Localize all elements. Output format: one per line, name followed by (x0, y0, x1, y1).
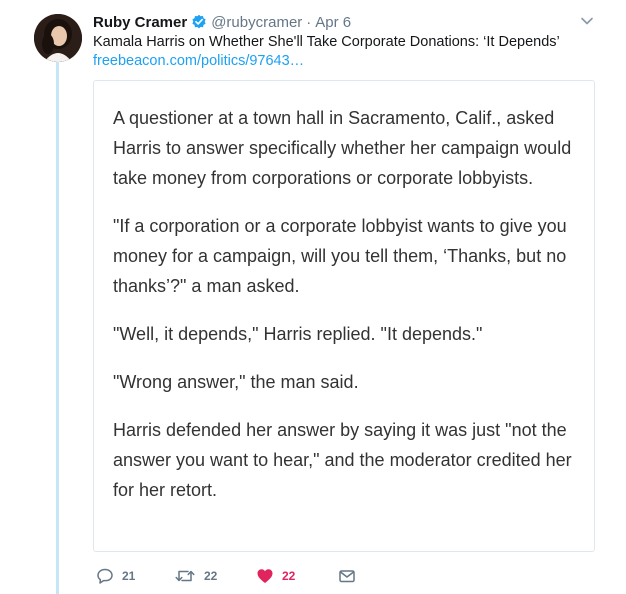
tweet-actions: 21 22 22 (96, 566, 356, 586)
retweet-icon (175, 570, 195, 582)
tweet-text: Kamala Harris on Whether She'll Take Cor… (93, 34, 560, 50)
tweet-link[interactable]: freebeacon.com/politics/97643… (93, 52, 304, 71)
like-count: 22 (282, 569, 296, 583)
quote-paragraph: "Well, it depends," Harris replied. "It … (113, 324, 483, 344)
tweet-date[interactable]: Apr 6 (315, 14, 351, 31)
verified-badge-icon (191, 14, 207, 30)
reply-count: 21 (122, 569, 136, 583)
quote-image-card[interactable]: A questioner at a town hall in Sacrament… (93, 80, 595, 552)
quote-text-block: A questioner at a town hall in Sacrament… (113, 103, 583, 523)
chevron-down-icon[interactable] (578, 12, 596, 30)
retweet-button[interactable]: 22 (174, 567, 256, 585)
direct-message-button[interactable] (338, 567, 356, 585)
author-name[interactable]: Ruby Cramer (93, 14, 187, 31)
avatar[interactable] (34, 14, 82, 62)
reply-button[interactable]: 21 (96, 567, 174, 585)
author-handle[interactable]: @rubycramer (211, 14, 302, 31)
avatar-image (34, 14, 82, 62)
thread-line (56, 60, 59, 594)
header-separator: · (306, 13, 312, 31)
reply-icon (97, 568, 113, 584)
envelope-icon (339, 570, 355, 583)
like-button[interactable]: 22 (256, 567, 338, 585)
heart-icon (257, 569, 273, 583)
tweet-header: Ruby Cramer @rubycramer · Apr 6 (93, 12, 351, 32)
quote-paragraph: "If a corporation or a corporate lobbyis… (113, 216, 567, 296)
quote-paragraph: "Wrong answer," the man said. (113, 372, 359, 392)
retweet-count: 22 (204, 569, 218, 583)
quote-paragraph: Harris defended her answer by saying it … (113, 420, 572, 500)
quote-paragraph: A questioner at a town hall in Sacrament… (113, 108, 572, 188)
